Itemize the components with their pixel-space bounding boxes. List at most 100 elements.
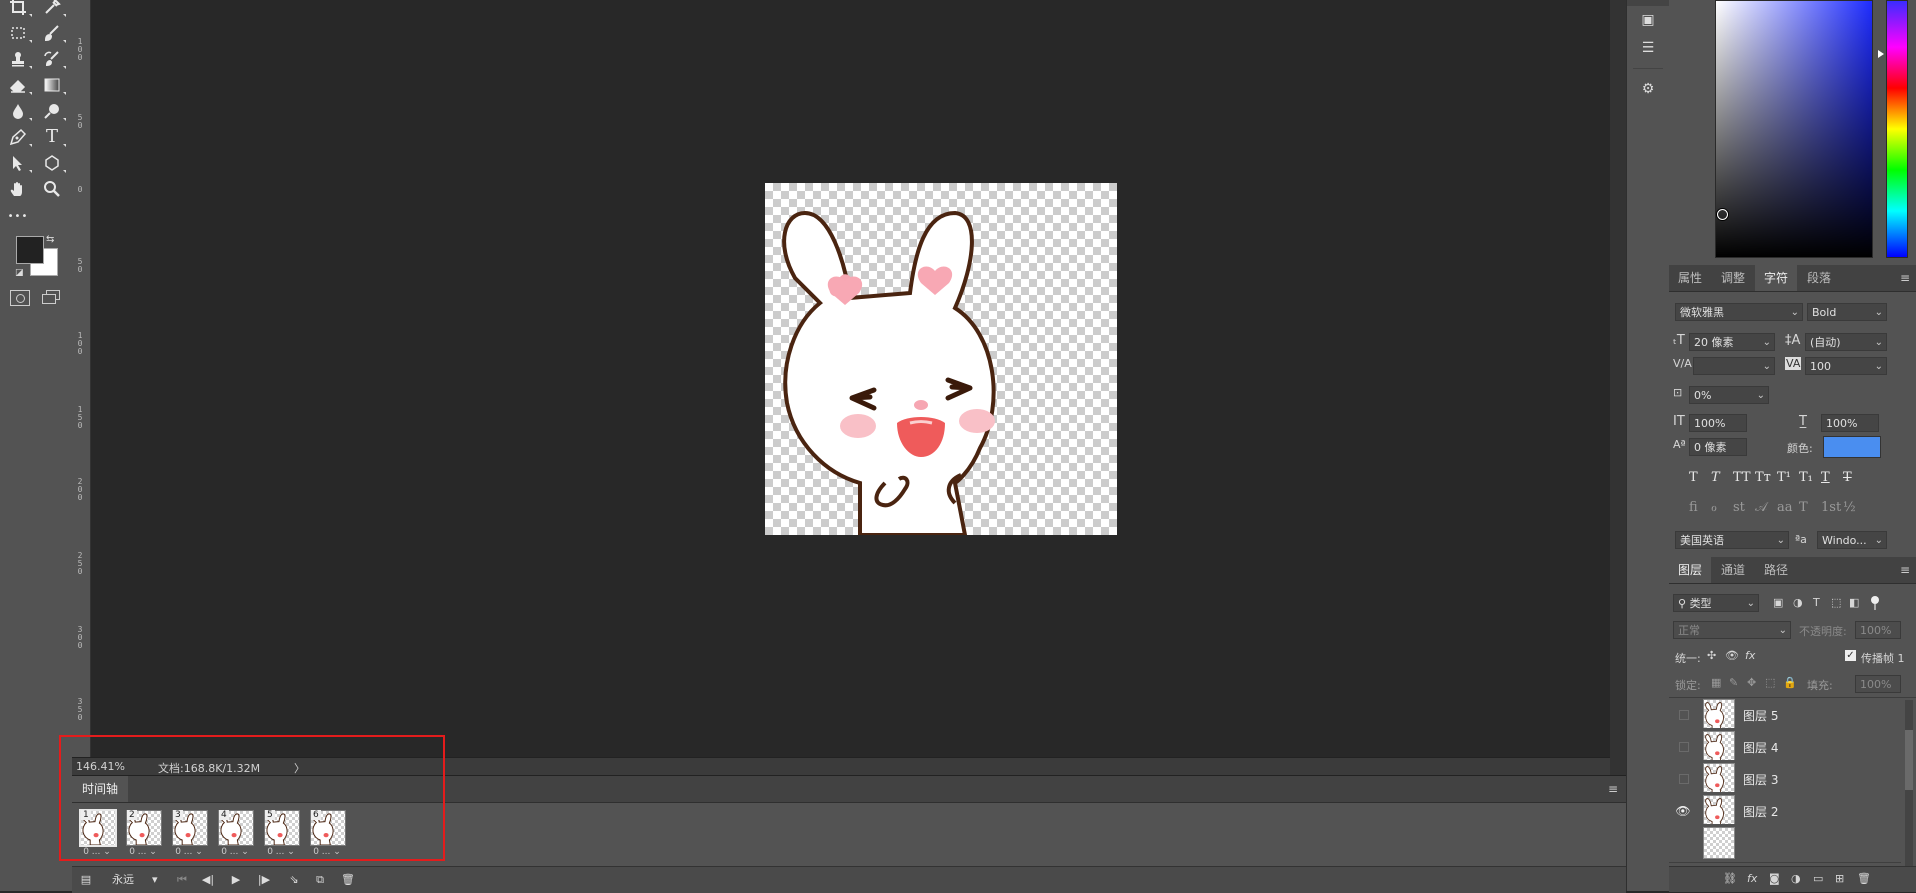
filter-adjustment-icon[interactable]: ◑ — [1793, 596, 1803, 609]
actions-panel-icon[interactable]: ⚙ — [1639, 80, 1657, 98]
text-color-swatch[interactable] — [1823, 436, 1881, 458]
add-mask-icon[interactable]: ◙ — [1769, 872, 1780, 885]
dodge-icon[interactable] — [40, 100, 66, 122]
unify-visibility-icon[interactable]: 👁 — [1725, 649, 1739, 662]
opentype-feature-button[interactable]: ½ — [1843, 500, 1856, 515]
eyedropper-icon[interactable] — [40, 0, 66, 18]
canvas-scrollbar[interactable] — [1610, 0, 1626, 775]
duplicate-frame-icon[interactable]: ⧉ — [312, 871, 328, 889]
marquee-icon[interactable] — [6, 22, 32, 44]
kerning-input[interactable]: ⌄ — [1693, 357, 1775, 375]
color-picker-field[interactable] — [1715, 0, 1873, 258]
history-panel-icon[interactable]: ▣ — [1639, 11, 1657, 29]
text-style-button[interactable]: T₁ — [1799, 470, 1813, 485]
opentype-feature-button[interactable]: 𝒜 — [1755, 500, 1767, 515]
previous-frame-icon[interactable]: ◀| — [200, 871, 216, 889]
screen-mode-icon[interactable] — [42, 290, 60, 304]
delete-frame-icon[interactable]: 🗑 — [340, 871, 356, 889]
tab-layers[interactable]: 图层 — [1669, 557, 1712, 583]
quick-mask-icon[interactable] — [10, 290, 30, 306]
panel-menu-icon[interactable]: ≡ — [1900, 564, 1912, 576]
visibility-eye-icon[interactable]: 👁 — [1675, 803, 1691, 819]
tracking-input[interactable]: 100 ⌄ — [1805, 357, 1887, 375]
opentype-feature-button[interactable]: T — [1799, 500, 1808, 515]
document-image[interactable] — [765, 183, 1117, 535]
gradient-icon[interactable] — [40, 74, 66, 96]
blur-icon[interactable] — [6, 100, 32, 122]
baseline-shift-input[interactable]: 0 像素 — [1689, 438, 1747, 456]
proportional-spacing-input[interactable]: 0% ⌄ — [1689, 386, 1769, 404]
opentype-feature-button[interactable]: ﬁ — [1689, 500, 1698, 515]
layers-scrollbar[interactable] — [1905, 700, 1913, 866]
default-colors-icon[interactable]: ◪ — [15, 268, 24, 278]
link-layers-icon[interactable]: ⛓ — [1723, 872, 1737, 885]
text-style-button[interactable]: T — [1821, 470, 1830, 485]
new-group-icon[interactable]: ▭ — [1813, 872, 1823, 885]
foreground-color-swatch[interactable] — [16, 236, 44, 264]
next-frame-icon[interactable]: |▶ — [256, 871, 272, 889]
tab-character[interactable]: 字符 — [1755, 265, 1798, 291]
propagate-checkbox[interactable]: ✓ — [1845, 650, 1856, 661]
notes-panel-icon[interactable]: ☰ — [1639, 39, 1657, 57]
zoom-icon[interactable] — [40, 178, 64, 200]
opentype-feature-button[interactable]: 1st — [1821, 500, 1841, 515]
filter-toggle-icon[interactable] — [1869, 596, 1881, 610]
tab-paths[interactable]: 路径 — [1755, 557, 1797, 583]
brush-icon[interactable] — [40, 22, 66, 44]
hue-slider[interactable] — [1886, 0, 1908, 258]
font-size-input[interactable]: 20 像素 ⌄ — [1689, 333, 1775, 351]
first-frame-icon[interactable]: ⏮ — [174, 871, 190, 889]
eraser-icon[interactable] — [6, 74, 32, 96]
layer-row-partial[interactable] — [1669, 824, 1901, 863]
language-select[interactable]: 美国英语 ⌄ — [1675, 531, 1789, 549]
panel-menu-icon[interactable]: ≡ — [1900, 272, 1912, 284]
tab-paragraph[interactable]: 段落 — [1798, 265, 1840, 291]
leading-input[interactable]: (自动) ⌄ — [1805, 333, 1887, 351]
history-brush-icon[interactable] — [40, 48, 66, 70]
play-icon[interactable]: ▶ — [228, 871, 244, 889]
layer-filter-select[interactable]: ⚲ 类型 ⌄ — [1673, 594, 1759, 612]
fill-input[interactable]: 100% — [1855, 675, 1901, 693]
adjustment-layer-icon[interactable]: ◑ — [1791, 872, 1801, 885]
text-style-button[interactable]: T — [1711, 470, 1720, 485]
delete-layer-icon[interactable]: 🗑 — [1857, 872, 1871, 885]
new-layer-icon[interactable]: ⊞ — [1835, 872, 1844, 885]
unify-position-icon[interactable]: ✣ — [1707, 649, 1716, 662]
opacity-input[interactable]: 100% — [1855, 621, 1901, 639]
text-style-button[interactable]: T — [1843, 470, 1852, 485]
tab-properties[interactable]: 属性 — [1669, 265, 1711, 291]
font-style-select[interactable]: Bold ⌄ — [1807, 303, 1887, 321]
unify-style-icon[interactable]: fx — [1745, 649, 1755, 662]
opentype-feature-button[interactable]: aa — [1777, 500, 1793, 515]
filter-shape-icon[interactable]: ⬚ — [1831, 596, 1841, 609]
convert-timeline-icon[interactable]: ▤ — [78, 871, 94, 889]
blend-mode-select[interactable]: 正常 ⌄ — [1673, 621, 1791, 639]
text-style-button[interactable]: T — [1689, 470, 1698, 485]
font-family-select[interactable]: 微软雅黑 ⌄ — [1675, 303, 1803, 321]
opentype-feature-button[interactable]: st — [1733, 500, 1745, 515]
hand-icon[interactable] — [6, 178, 30, 200]
filter-pixel-icon[interactable]: ▣ — [1773, 596, 1783, 609]
text-style-button[interactable]: Tт — [1755, 470, 1771, 485]
text-style-button[interactable]: TT — [1733, 470, 1751, 485]
opentype-feature-button[interactable]: ℴ — [1711, 500, 1717, 515]
visibility-toggle[interactable] — [1679, 710, 1689, 720]
loop-select[interactable]: 永远 ▾ — [112, 871, 162, 889]
crop-icon[interactable] — [6, 0, 32, 18]
layer-style-icon[interactable]: fx — [1747, 872, 1757, 885]
timeline-menu-icon[interactable]: ≡ — [1608, 782, 1618, 796]
swap-colors-icon[interactable]: ⇆ — [46, 234, 54, 245]
vertical-scale-input[interactable]: 100% — [1689, 414, 1747, 432]
filter-smart-object-icon[interactable]: ◧ — [1849, 596, 1859, 609]
pen-icon[interactable] — [6, 126, 32, 148]
more-tools-icon[interactable]: ••• — [6, 206, 30, 228]
text-style-button[interactable]: T¹ — [1777, 470, 1791, 485]
visibility-toggle[interactable] — [1679, 774, 1689, 784]
visibility-toggle[interactable] — [1679, 742, 1689, 752]
tab-adjustments[interactable]: 调整 — [1712, 265, 1754, 291]
lock-transparent-icon[interactable]: ▦ — [1711, 676, 1721, 689]
shape-icon[interactable] — [40, 152, 66, 174]
color-picker-cursor[interactable] — [1717, 209, 1728, 220]
tab-channels[interactable]: 通道 — [1712, 557, 1754, 583]
lock-all-icon[interactable]: 🔒 — [1783, 676, 1797, 689]
